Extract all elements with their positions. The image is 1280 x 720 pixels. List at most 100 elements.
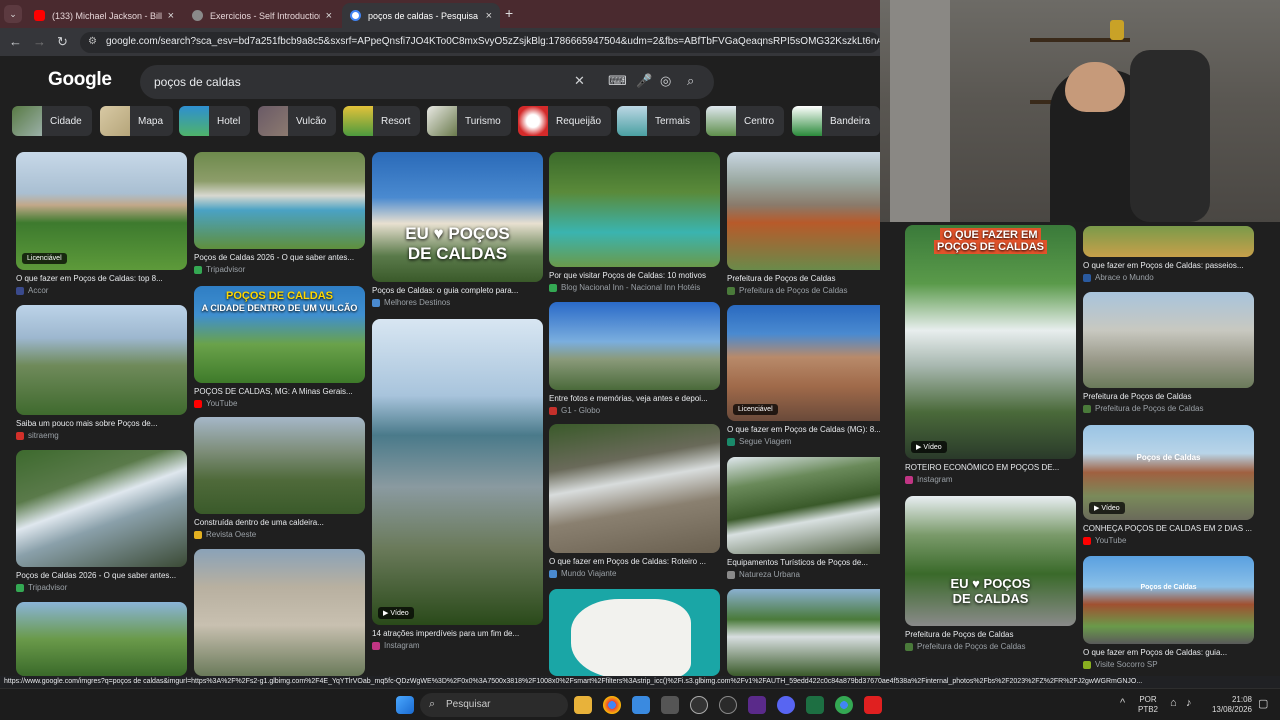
result-title[interactable]: 14 atrações imperdíveis para um fim de..… (372, 629, 543, 638)
result-source[interactable]: Instagram (372, 641, 543, 650)
image-result[interactable]: Prefeitura de Poços de Caldas Prefeitura… (727, 152, 880, 295)
close-tab-icon[interactable]: × (486, 10, 492, 22)
result-image[interactable] (194, 549, 365, 676)
microphone-icon[interactable]: 🎤 (636, 73, 652, 89)
result-title[interactable]: Entre fotos e memórias, veja antes e dep… (549, 394, 720, 403)
image-result[interactable]: Por que visitar Poços de Caldas: 10 moti… (549, 152, 720, 292)
app-icon[interactable] (632, 696, 650, 714)
result-image[interactable] (16, 602, 187, 676)
result-image[interactable]: EU ♥ POÇOS DE CALDAS (372, 152, 543, 282)
result-image[interactable] (549, 424, 720, 553)
result-title[interactable]: O que fazer em Poços de Caldas: Roteiro … (549, 557, 720, 566)
result-source[interactable]: YouTube (194, 399, 365, 408)
result-image[interactable]: Poços de Caldas (1083, 556, 1254, 644)
reload-icon[interactable]: ↻ (57, 34, 68, 50)
result-image[interactable]: Licenciável (16, 152, 187, 270)
chip-centro[interactable]: Centro (706, 106, 785, 136)
forward-icon[interactable]: → (33, 34, 46, 49)
start-icon[interactable] (396, 696, 414, 714)
result-source[interactable]: Visite Socorro SP (1083, 660, 1254, 669)
image-result[interactable]: EU ♥ POÇOS DE CALDAS Prefeitura de Poços … (905, 496, 1076, 651)
result-source[interactable]: Instagram (905, 475, 1076, 484)
result-image[interactable] (194, 152, 365, 249)
result-title[interactable]: Construída dentro de uma caldeira... (194, 518, 365, 527)
result-source[interactable]: Revista Oeste (194, 530, 365, 539)
result-title[interactable]: O que fazer em Poços de Caldas: passeios… (1083, 261, 1254, 270)
image-result[interactable]: Poços de Caldas 2026 - O que saber antes… (194, 152, 365, 274)
search-box[interactable]: poços de caldas ✕ ⌨ 🎤 ◎ ⌕ (140, 65, 714, 99)
result-source[interactable]: Prefeitura de Poços de Caldas (727, 286, 880, 295)
image-result[interactable]: Poços de Caldas O que fazer em Poços de … (1083, 556, 1254, 669)
search-input[interactable]: poços de caldas (154, 75, 241, 89)
discord-icon[interactable] (777, 696, 795, 714)
image-result[interactable]: Licenciável O que fazer em Poços de Cald… (727, 305, 880, 446)
image-result[interactable]: POÇOS DE CALDAS A CIDADE DENTRO DE UM VUL… (194, 286, 365, 408)
image-result[interactable]: Poços de Caldas 2026 - O que saber antes… (16, 450, 187, 592)
app-icon[interactable] (719, 696, 737, 714)
result-title[interactable]: Equipamentos Turísticos de Poços de... (727, 558, 880, 567)
image-result[interactable] (549, 589, 720, 676)
result-source[interactable]: Prefeitura de Poços de Caldas (1083, 404, 1254, 413)
keyboard-icon[interactable]: ⌨ (608, 73, 627, 89)
chip-turismo[interactable]: Turismo (427, 106, 511, 136)
result-title[interactable]: CONHEÇA POÇOS DE CALDAS EM 2 DIAS ... (1083, 524, 1254, 533)
result-source[interactable]: Tripadvisor (16, 583, 187, 592)
excel-icon[interactable] (806, 696, 824, 714)
result-source[interactable]: Mundo Viajante (549, 569, 720, 578)
clock[interactable]: 21:08 13/08/2026 (1206, 695, 1252, 715)
app-icon[interactable] (661, 696, 679, 714)
result-image[interactable]: POÇOS DE CALDAS A CIDADE DENTRO DE UM VUL… (194, 286, 365, 383)
result-image[interactable] (1083, 292, 1254, 388)
google-logo[interactable]: Google (48, 69, 112, 91)
tab-google-search[interactable]: poços de caldas - Pesquisa Goo × (342, 3, 500, 28)
new-tab-button[interactable]: + (505, 5, 513, 21)
result-source[interactable]: Accor (16, 286, 187, 295)
result-source[interactable]: Melhores Destinos (372, 298, 543, 307)
result-image[interactable] (549, 152, 720, 267)
image-result[interactable] (194, 549, 365, 676)
image-result[interactable] (727, 589, 880, 676)
result-image[interactable]: Poços de Caldas ▶ Vídeo (1083, 425, 1254, 520)
chip-vulcao[interactable]: Vulcão (258, 106, 337, 136)
app-icon[interactable] (864, 696, 882, 714)
chip-termais[interactable]: Termais (617, 106, 701, 136)
taskbar-search[interactable]: ⌕ Pesquisar (420, 693, 568, 717)
result-title[interactable]: ROTEIRO ECONÔMICO EM POÇOS DE... (905, 463, 1076, 472)
result-image[interactable] (727, 457, 880, 554)
chip-cidade[interactable]: Cidade (12, 106, 92, 136)
chrome-icon[interactable] (835, 696, 853, 714)
result-title[interactable]: O que fazer em Poços de Caldas (MG): 8..… (727, 425, 880, 434)
image-result[interactable]: Poços de Caldas ▶ Vídeo CONHEÇA POÇOS DE… (1083, 425, 1254, 545)
tab-exercicios[interactable]: Exercicios - Self Introduction & × (184, 3, 340, 28)
image-result[interactable] (16, 602, 187, 676)
result-image[interactable]: Licenciável (727, 305, 880, 421)
result-image[interactable] (1083, 226, 1254, 257)
chip-resort[interactable]: Resort (343, 106, 421, 136)
result-source[interactable]: Abrace o Mundo (1083, 273, 1254, 282)
result-source[interactable]: YouTube (1083, 536, 1254, 545)
chip-bandeira[interactable]: Bandeira (792, 106, 880, 136)
chrome-icon[interactable] (603, 696, 621, 714)
notification-icon[interactable]: ▢ (1258, 697, 1268, 710)
chip-hotel[interactable]: Hotel (179, 106, 251, 136)
result-title[interactable]: O que fazer em Poços de Caldas: guia... (1083, 648, 1254, 657)
image-result[interactable]: Construída dentro de uma caldeira... Rev… (194, 417, 365, 539)
result-image[interactable]: O QUE FAZER EM POÇOS DE CALDAS ▶ Vídeo (905, 225, 1076, 459)
result-image[interactable]: EU ♥ POÇOS DE CALDAS (905, 496, 1076, 626)
result-image[interactable] (16, 450, 187, 567)
image-result[interactable]: O QUE FAZER EM POÇOS DE CALDAS ▶ Vídeo RO… (905, 225, 1076, 484)
back-icon[interactable]: ← (9, 34, 22, 49)
result-image[interactable] (727, 152, 880, 270)
result-image[interactable] (727, 589, 880, 676)
result-image[interactable]: ▶ Vídeo (372, 319, 543, 625)
image-result[interactable]: EU ♥ POÇOS DE CALDAS Poços de Caldas: o g… (372, 152, 543, 307)
image-result[interactable]: O que fazer em Poços de Caldas: Roteiro … (549, 424, 720, 578)
result-source[interactable]: Blog Nacional Inn - Nacional Inn Hotéis (549, 283, 720, 292)
result-source[interactable]: sitraemg (16, 431, 187, 440)
result-image[interactable] (194, 417, 365, 514)
result-image[interactable] (549, 589, 720, 676)
result-title[interactable]: Prefeitura de Poços de Caldas (727, 274, 880, 283)
image-result[interactable]: ▶ Vídeo 14 atrações imperdíveis para um … (372, 319, 543, 650)
result-title[interactable]: Poços de Caldas 2026 - O que saber antes… (16, 571, 187, 580)
result-title[interactable]: Poços de Caldas: o guia completo para... (372, 286, 543, 295)
